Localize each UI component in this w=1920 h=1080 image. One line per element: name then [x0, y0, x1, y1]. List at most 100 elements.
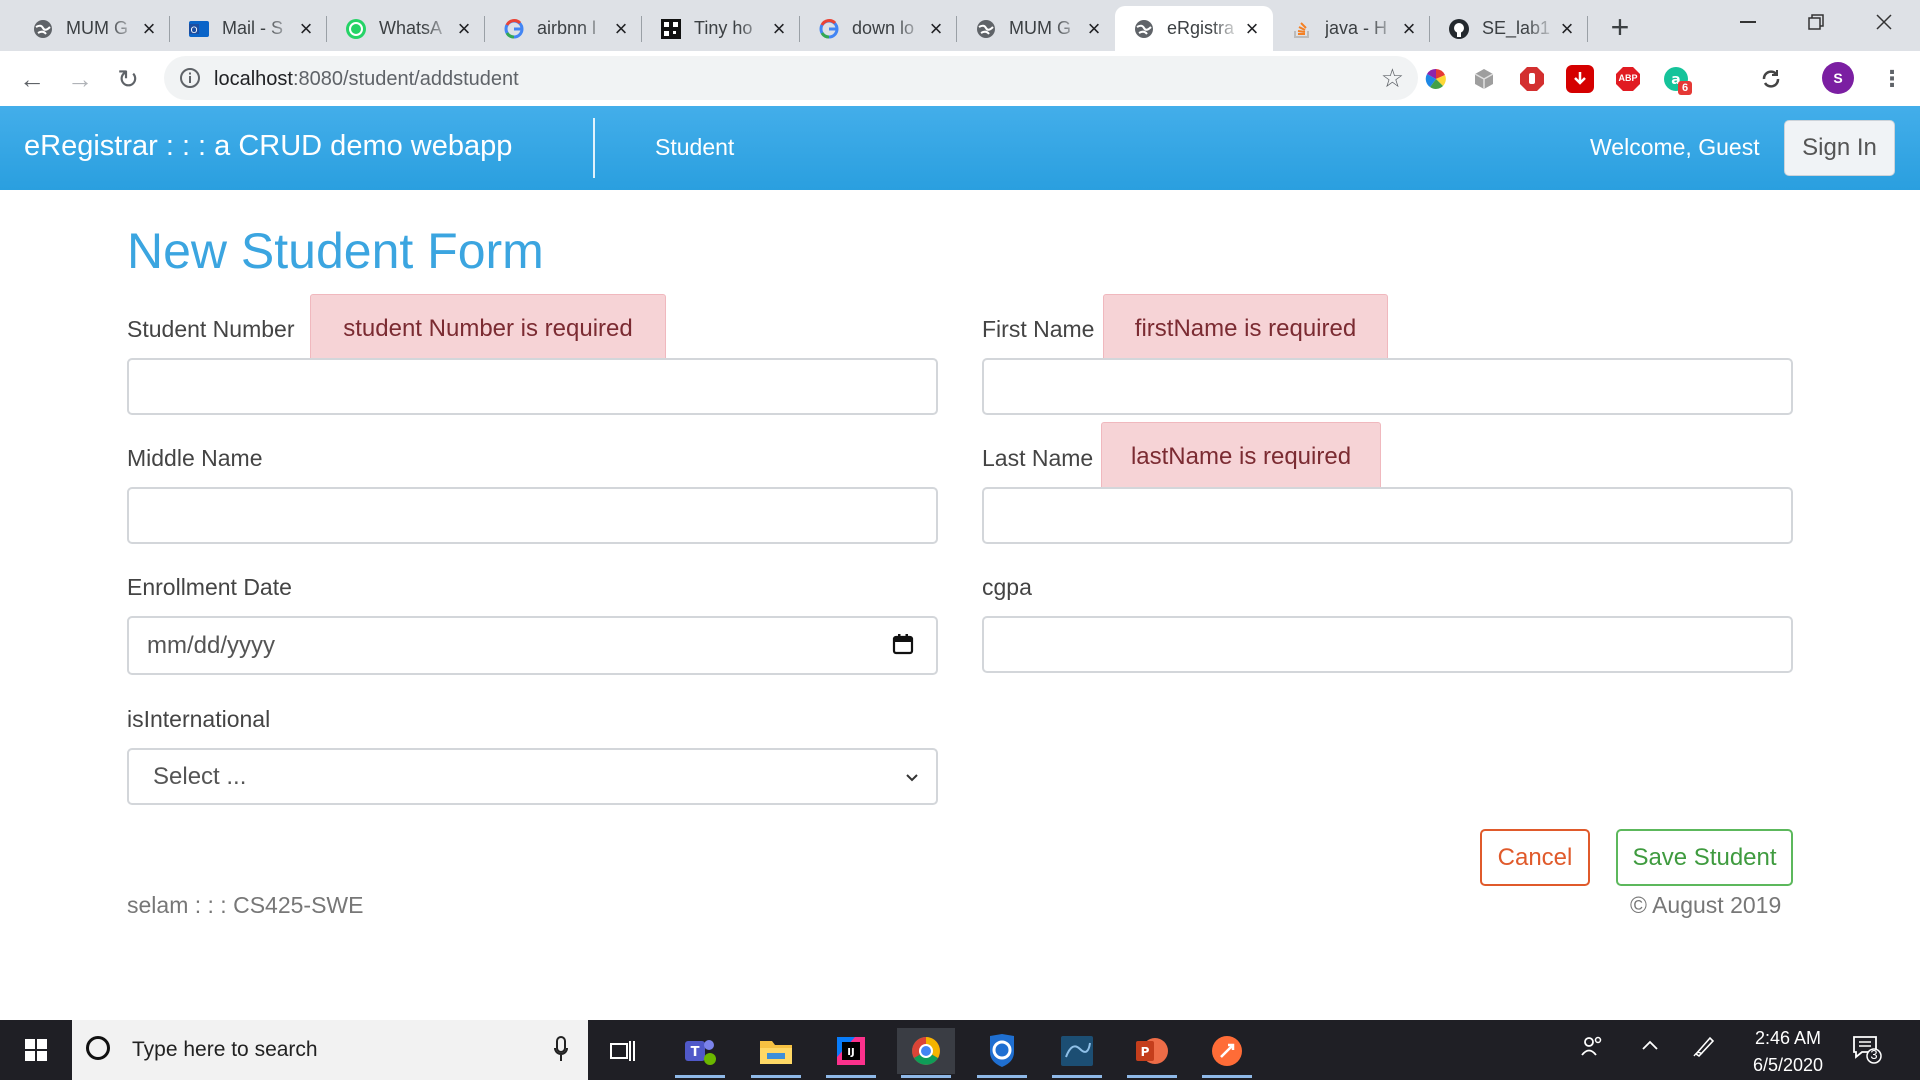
- notification-center-button[interactable]: 3: [1852, 1034, 1882, 1069]
- url-path: :8080/student/addstudent: [292, 68, 519, 90]
- bookmark-star-icon[interactable]: ☆: [1381, 63, 1404, 94]
- firefox-taskbar-icon[interactable]: [973, 1028, 1031, 1078]
- windows-logo-icon: [25, 1039, 47, 1061]
- tab-title: airbnn l: [537, 18, 597, 38]
- new-tab-button[interactable]: +: [1603, 9, 1637, 45]
- address-bar[interactable]: localhost:8080/student/addstudent ☆: [164, 56, 1418, 100]
- restore-button[interactable]: [1788, 0, 1844, 44]
- teams-taskbar-icon[interactable]: T: [671, 1028, 729, 1078]
- more-menu-icon[interactable]: ⋮: [1878, 65, 1906, 93]
- close-icon[interactable]: ×: [138, 16, 160, 41]
- chrome-taskbar-icon[interactable]: [897, 1028, 955, 1078]
- close-icon[interactable]: ×: [295, 16, 317, 41]
- select-value: Select ...: [153, 762, 247, 790]
- people-icon[interactable]: [1580, 1034, 1604, 1064]
- postman-taskbar-icon[interactable]: [1198, 1028, 1256, 1078]
- outlook-icon: O: [188, 18, 210, 40]
- chevron-up-icon[interactable]: [1640, 1034, 1660, 1064]
- is-international-select[interactable]: Select ...: [127, 748, 938, 805]
- browser-tab[interactable]: O Mail - S ×: [170, 6, 327, 51]
- system-clock[interactable]: 2:46 AM 6/5/2020: [1733, 1025, 1843, 1079]
- browser-tab[interactable]: MUM G ×: [957, 6, 1115, 51]
- window-close-button[interactable]: [1856, 0, 1912, 44]
- middle-name-label: Middle Name: [127, 445, 263, 471]
- browser-tab[interactable]: MUM G ×: [14, 6, 170, 51]
- close-icon[interactable]: ×: [1241, 16, 1263, 41]
- enrollment-date-input[interactable]: mm/dd/yyyy: [127, 616, 938, 675]
- color-wheel-extension-icon[interactable]: [1422, 65, 1450, 93]
- url-text: localhost:8080/student/addstudent: [214, 68, 519, 91]
- tab-title: eRgistra: [1167, 18, 1235, 38]
- sign-in-button[interactable]: Sign In: [1784, 120, 1895, 176]
- student-number-input[interactable]: [127, 358, 938, 415]
- info-icon[interactable]: [178, 66, 202, 90]
- cgpa-input[interactable]: [982, 616, 1793, 673]
- close-icon[interactable]: ×: [1556, 16, 1578, 41]
- download-extension-icon[interactable]: [1566, 65, 1594, 93]
- pen-icon[interactable]: [1692, 1034, 1716, 1064]
- reload-button[interactable]: ↻: [110, 61, 146, 97]
- browser-tab[interactable]: Tiny ho ×: [642, 6, 800, 51]
- search-placeholder: Type here to search: [132, 1038, 318, 1061]
- navbar-divider: [593, 118, 595, 178]
- calendar-icon[interactable]: [892, 633, 914, 655]
- middle-name-input[interactable]: [127, 487, 938, 544]
- last-name-error: lastName is required: [1101, 422, 1381, 492]
- stop-hand-extension-icon[interactable]: [1518, 65, 1546, 93]
- browser-toolbar: ← → ↻ localhost:8080/student/addstudent …: [0, 51, 1920, 107]
- stackoverflow-icon: [1291, 18, 1313, 40]
- cube-extension-icon[interactable]: [1470, 65, 1498, 93]
- back-button[interactable]: ←: [14, 61, 50, 97]
- close-icon[interactable]: ×: [610, 16, 632, 41]
- minimize-button[interactable]: [1720, 0, 1776, 44]
- tab-title: WhatsA: [379, 18, 443, 38]
- footer-copyright: © August 2019: [1630, 892, 1782, 918]
- powerpoint-taskbar-icon[interactable]: P: [1123, 1028, 1181, 1078]
- footer-left-text: selam : : : CS425-SWE: [127, 892, 364, 918]
- page-title: New Student Form: [127, 223, 544, 279]
- close-icon[interactable]: ×: [925, 16, 947, 41]
- app-brand[interactable]: eRegistrar : : : a CRUD demo webapp: [24, 130, 512, 163]
- intellij-taskbar-icon[interactable]: IJ: [822, 1028, 880, 1078]
- cgpa-label: cgpa: [982, 574, 1032, 600]
- save-student-button[interactable]: Save Student: [1616, 829, 1793, 886]
- enrollment-date-label: Enrollment Date: [127, 574, 292, 600]
- reload-icon: ↻: [117, 63, 139, 94]
- cancel-button[interactable]: Cancel: [1480, 829, 1590, 886]
- file-explorer-taskbar-icon[interactable]: [747, 1028, 805, 1078]
- clock-date: 6/5/2020: [1752, 1055, 1824, 1075]
- start-button[interactable]: [0, 1020, 72, 1080]
- globe-icon: [975, 18, 997, 40]
- first-name-input[interactable]: [982, 358, 1793, 415]
- taskbar-search[interactable]: Type here to search: [72, 1020, 588, 1080]
- close-icon[interactable]: ×: [768, 16, 790, 41]
- close-icon[interactable]: ×: [453, 16, 475, 41]
- github-icon: [1448, 18, 1470, 40]
- browser-tab[interactable]: down lo ×: [800, 6, 957, 51]
- student-number-label: Student Number: [127, 316, 295, 342]
- last-name-input[interactable]: [982, 487, 1793, 544]
- notification-count: 3: [1870, 1047, 1878, 1062]
- microphone-icon[interactable]: [554, 1036, 568, 1062]
- mysql-workbench-taskbar-icon[interactable]: [1048, 1028, 1106, 1078]
- grammarly-extension-icon[interactable]: a 6: [1662, 65, 1692, 95]
- task-view-button[interactable]: [594, 1028, 652, 1074]
- adblock-plus-extension-icon[interactable]: ABP: [1614, 65, 1642, 93]
- browser-tab[interactable]: WhatsA ×: [327, 6, 485, 51]
- arrow-left-icon: ←: [19, 63, 45, 94]
- browser-tab[interactable]: java - H ×: [1273, 6, 1430, 51]
- sync-extension-icon[interactable]: [1757, 65, 1785, 93]
- browser-tab[interactable]: SE_lab1 ×: [1430, 6, 1588, 51]
- profile-avatar[interactable]: S: [1822, 62, 1854, 94]
- browser-tab[interactable]: airbnn l ×: [485, 6, 642, 51]
- close-icon[interactable]: ×: [1083, 16, 1105, 41]
- close-icon[interactable]: ×: [1398, 16, 1420, 41]
- abp-label: ABP: [1618, 73, 1638, 83]
- clock-time: 2:46 AM: [1754, 1028, 1822, 1048]
- browser-tab-active[interactable]: eRgistra ×: [1115, 6, 1273, 51]
- nav-link-student[interactable]: Student: [655, 134, 734, 161]
- forward-button[interactable]: →: [62, 61, 98, 97]
- tab-title: SE_lab1: [1482, 18, 1551, 38]
- tab-title: MUM G: [66, 18, 128, 38]
- tab-title: Tiny ho: [694, 18, 753, 38]
